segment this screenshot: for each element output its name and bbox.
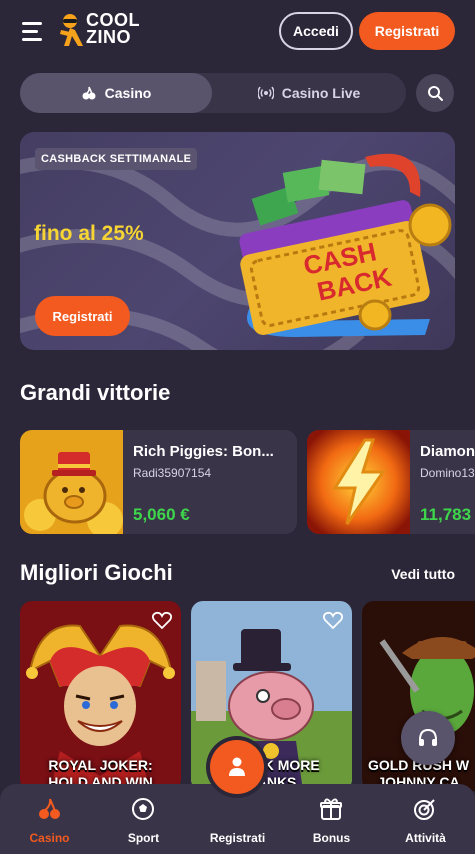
big-win-game: Diamon xyxy=(420,443,475,460)
search-icon xyxy=(428,86,443,101)
login-button[interactable]: Accedi xyxy=(279,12,353,50)
nav-label: Registrati xyxy=(209,831,266,845)
tab-casino[interactable]: Casino xyxy=(20,73,212,113)
bottom-nav: Casino Sport Registrati Bonus Attività xyxy=(0,784,475,854)
big-win-user: Domino13 xyxy=(420,466,475,480)
target-icon xyxy=(414,799,435,820)
cashback-wallet-illustration: CASH BACK xyxy=(239,153,452,337)
big-win-card[interactable]: Diamon Domino13 11,783 xyxy=(307,430,475,534)
big-win-game: Rich Piggies: Bon... xyxy=(133,443,274,460)
favorite-heart-icon[interactable] xyxy=(151,609,173,631)
top-games-title: Migliori Giochi xyxy=(20,560,173,585)
rich-piggies-thumbnail xyxy=(20,430,123,534)
live-signal-icon xyxy=(257,86,274,100)
tab-casino-label: Casino xyxy=(104,85,152,101)
big-win-card[interactable]: Rich Piggies: Bon... Radi35907154 5,060 … xyxy=(20,430,297,534)
cherries-icon xyxy=(39,798,60,819)
register-fab-button[interactable] xyxy=(210,740,264,794)
category-tabs: Casino Casino Live xyxy=(20,73,406,113)
register-button[interactable]: Registrati xyxy=(359,12,455,50)
favorite-heart-icon[interactable] xyxy=(322,609,344,631)
menu-icon[interactable] xyxy=(22,22,46,42)
big-win-amount: 11,783 xyxy=(420,505,472,524)
game-card-royal-joker[interactable]: ROYAL JOKER: HOLD AND WIN xyxy=(20,601,181,791)
nav-label: Attività xyxy=(405,831,446,845)
nav-label: Sport xyxy=(127,831,160,845)
header: COOL ZINO Accedi Registrati xyxy=(0,0,475,64)
logo-line2: ZINO xyxy=(86,27,131,47)
nav-item-sport[interactable]: Sport xyxy=(96,784,191,854)
cherries-icon xyxy=(82,86,96,100)
diamond-game-thumbnail xyxy=(307,430,410,534)
headset-icon xyxy=(419,728,437,746)
banner-register-button[interactable]: Registrati xyxy=(35,296,130,336)
big-wins-title: Grandi vittorie xyxy=(20,380,171,405)
logo[interactable]: COOL ZINO xyxy=(58,11,158,48)
see-all-link[interactable]: Vedi tutto xyxy=(391,566,455,582)
user-icon xyxy=(229,757,245,776)
search-button[interactable] xyxy=(416,74,454,112)
tab-casino-live[interactable]: Casino Live xyxy=(212,73,406,113)
nav-item-activity[interactable]: Attività xyxy=(378,784,473,854)
soccer-ball-icon xyxy=(132,798,154,820)
big-win-user: Radi35907154 xyxy=(133,466,212,480)
logo-mascot-icon xyxy=(60,14,83,46)
nav-item-bonus[interactable]: Bonus xyxy=(284,784,379,854)
big-win-amount: 5,060 € xyxy=(133,505,190,524)
gift-icon xyxy=(320,798,342,820)
nav-item-register[interactable]: Registrati xyxy=(190,784,285,854)
promo-banner[interactable]: CASHBACK SETTIMANALE fino al 25% Registr… xyxy=(20,132,455,350)
nav-item-casino[interactable]: Casino xyxy=(2,784,97,854)
banner-headline: fino al 25% xyxy=(34,222,144,245)
tab-casino-live-label: Casino Live xyxy=(281,85,361,101)
nav-label: Casino xyxy=(29,831,70,845)
banner-tag: CASHBACK SETTIMANALE xyxy=(35,148,198,170)
nav-label: Bonus xyxy=(312,831,351,845)
support-button[interactable] xyxy=(401,711,455,765)
